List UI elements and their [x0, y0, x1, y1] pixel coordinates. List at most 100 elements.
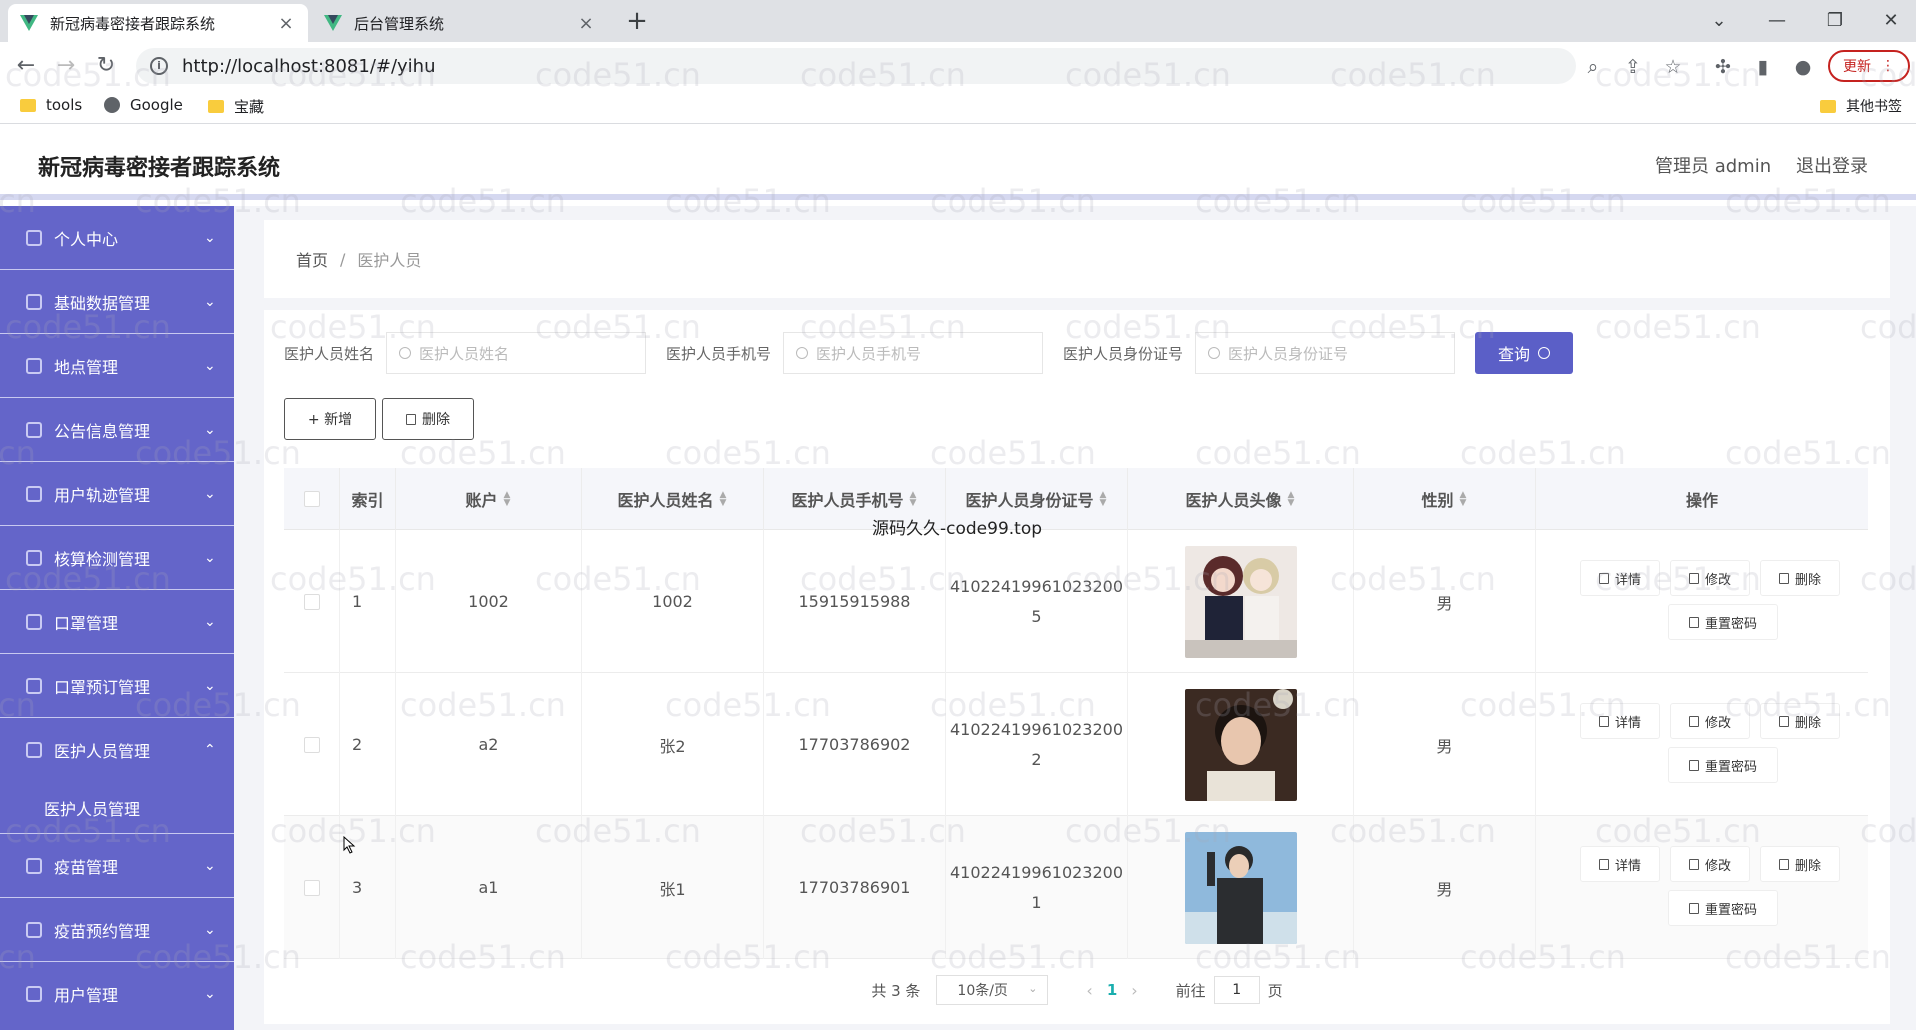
col-gender[interactable]: 性别 ▲ ▼ [1354, 468, 1536, 530]
tab-close-icon[interactable]: × [576, 13, 596, 34]
share-icon[interactable]: ⇪ [1620, 54, 1646, 80]
avatar-image [1184, 831, 1297, 944]
minimize-button[interactable]: — [1762, 6, 1792, 36]
edit-button[interactable]: 修改 [1670, 846, 1750, 882]
page-number-current[interactable]: 1 [1107, 981, 1117, 999]
sort-icon: ▲ ▼ [503, 490, 511, 508]
cell-actions: 详情 修改 删除 重置密码 [1536, 530, 1872, 673]
chevron-down-icon: ⌄ [204, 293, 216, 310]
close-window-button[interactable]: ✕ [1876, 6, 1906, 36]
reset-password-button[interactable]: 重置密码 [1668, 747, 1778, 783]
star-icon[interactable]: ☆ [1660, 54, 1686, 80]
sidebar-item-tracks[interactable]: 用户轨迹管理 ⌄ [0, 462, 234, 526]
row-checkbox[interactable] [303, 879, 320, 896]
add-button[interactable]: + 新增 [284, 398, 376, 440]
folder-icon [20, 98, 36, 112]
col-name[interactable]: 医护人员姓名 ▲ ▼ [582, 468, 764, 530]
grid-icon [26, 857, 42, 874]
id-search-input[interactable]: 医护人员身份证号 [1195, 332, 1456, 374]
sidebar-item-basic-data[interactable]: 基础数据管理 ⌄ [0, 270, 234, 334]
sidebar-item-locations[interactable]: 地点管理 ⌄ [0, 334, 234, 398]
bookmark-tools[interactable]: tools [20, 96, 82, 114]
detail-button[interactable]: 详情 [1580, 703, 1660, 739]
profile-icon[interactable]: ● [1790, 54, 1816, 80]
zoom-icon[interactable]: ⌕ [1580, 54, 1606, 80]
delete-button[interactable]: 删除 [1760, 846, 1840, 882]
trash-icon [1778, 858, 1789, 870]
row-checkbox[interactable] [303, 736, 320, 753]
select-all-checkbox[interactable] [303, 491, 320, 507]
cell-phone: 17703786902 [764, 673, 946, 816]
tab-close-icon[interactable]: × [276, 13, 296, 34]
forward-arrow-icon[interactable]: → [50, 50, 82, 82]
reset-password-button[interactable]: 重置密码 [1668, 604, 1778, 640]
site-info-icon[interactable]: i [150, 57, 168, 75]
sidebar-item-users[interactable]: 用户管理 ⌄ [0, 962, 234, 1026]
sort-icon: ▲ ▼ [909, 490, 917, 508]
update-button[interactable]: 更新 ⋮ [1828, 50, 1910, 82]
logout-link[interactable]: 退出登录 [1796, 152, 1868, 178]
page-size-select[interactable]: 10条/页 ⌄ [936, 975, 1049, 1005]
chevron-down-icon: ⌄ [204, 229, 216, 246]
reload-icon[interactable]: ↻ [90, 50, 122, 82]
reset-label: 重置密码 [1704, 759, 1757, 775]
detail-button[interactable]: 详情 [1580, 846, 1660, 882]
address-bar[interactable]: i http://localhost:8081/#/yihu [136, 48, 1576, 84]
name-search-input[interactable]: 医护人员姓名 [386, 332, 647, 374]
folder-icon [1820, 99, 1836, 113]
goto-page-input[interactable]: 1 [1213, 976, 1260, 1004]
new-tab-button[interactable]: + [622, 6, 652, 36]
document-icon [1598, 858, 1609, 870]
tab-search-icon[interactable]: ⌄ [1704, 6, 1734, 36]
extensions-icon[interactable]: ✣ [1710, 54, 1736, 80]
delete-button[interactable]: 删除 [1760, 560, 1840, 596]
detail-button[interactable]: 详情 [1580, 560, 1660, 596]
row-checkbox[interactable] [303, 593, 320, 610]
sidebar-item-personal[interactable]: 个人中心 ⌄ [0, 206, 234, 270]
sidebar: 个人中心 ⌄ 基础数据管理 ⌄ 地点管理 ⌄ 公告信息管理 ⌄ 用户轨迹管理 ⌄ 核算检测… [0, 206, 234, 1030]
breadcrumb-home[interactable]: 首页 [296, 247, 328, 271]
browser-tab-active[interactable]: 新冠病毒密接者跟踪系统 × [8, 4, 308, 42]
breadcrumb: 首页 / 医护人员 [264, 220, 1890, 298]
sidebar-subitem-medical-staff[interactable]: 医护人员管理 [0, 782, 234, 834]
reset-label: 重置密码 [1704, 616, 1757, 632]
sidebar-item-mask-orders[interactable]: 口罩预订管理 ⌄ [0, 654, 234, 718]
main-content: 首页 / 医护人员 医护人员姓名 医护人员姓名 医护人员手机号 医护人员手机号 … [234, 206, 1916, 1030]
bookmark-google[interactable]: Google [104, 96, 183, 114]
browser-tab-inactive[interactable]: 后台管理系统 × [312, 4, 608, 42]
sidepanel-icon[interactable]: ▮ [1750, 54, 1776, 80]
bookmark-treasure[interactable]: 宝藏 [208, 96, 264, 117]
tab-title: 后台管理系统 [354, 14, 445, 33]
delete-button[interactable]: 删除 [1760, 703, 1840, 739]
bookmark-label: 宝藏 [234, 98, 265, 116]
reset-label: 重置密码 [1704, 902, 1757, 918]
id-line: 2 [1031, 749, 1042, 769]
next-page-button[interactable]: › [1131, 981, 1137, 1000]
sidebar-item-announcements[interactable]: 公告信息管理 ⌄ [0, 398, 234, 462]
placeholder: 医护人员姓名 [419, 344, 510, 363]
query-button[interactable]: 查询 [1475, 332, 1574, 374]
tab-title: 新冠病毒密接者跟踪系统 [50, 14, 216, 33]
back-arrow-icon[interactable]: ← [10, 50, 42, 82]
prev-page-button[interactable]: ‹ [1086, 981, 1092, 1000]
restore-button[interactable]: ❐ [1820, 6, 1850, 36]
reset-password-button[interactable]: 重置密码 [1668, 890, 1778, 926]
sidebar-item-vaccines[interactable]: 疫苗管理 ⌄ [0, 834, 234, 898]
other-bookmarks[interactable]: 其他书签 [1820, 96, 1902, 116]
table-row: 3 a1 张1 17703786901 41022419961023200 1 男… [284, 816, 1868, 959]
sidebar-item-label: 核算检测管理 [54, 549, 151, 569]
col-account[interactable]: 账户 ▲ ▼ [396, 468, 582, 530]
phone-search-input[interactable]: 医护人员手机号 [783, 332, 1044, 374]
globe-icon [26, 549, 42, 566]
sidebar-item-masks[interactable]: 口罩管理 ⌄ [0, 590, 234, 654]
sidebar-item-vaccine-bookings[interactable]: 疫苗预约管理 ⌄ [0, 898, 234, 962]
cell-account: a2 [396, 673, 582, 816]
edit-button[interactable]: 修改 [1670, 560, 1750, 596]
cell-actions: 详情 修改 删除 重置密码 [1536, 816, 1872, 959]
batch-delete-button[interactable]: 删除 [382, 398, 474, 440]
sidebar-item-medical-staff[interactable]: 医护人员管理 ⌃ [0, 718, 234, 782]
col-avatar[interactable]: 医护人员头像 ▲ ▼ [1128, 468, 1354, 530]
edit-button[interactable]: 修改 [1670, 703, 1750, 739]
name-label: 医护人员姓名 [284, 344, 375, 363]
sidebar-item-testing[interactable]: 核算检测管理 ⌄ [0, 526, 234, 590]
